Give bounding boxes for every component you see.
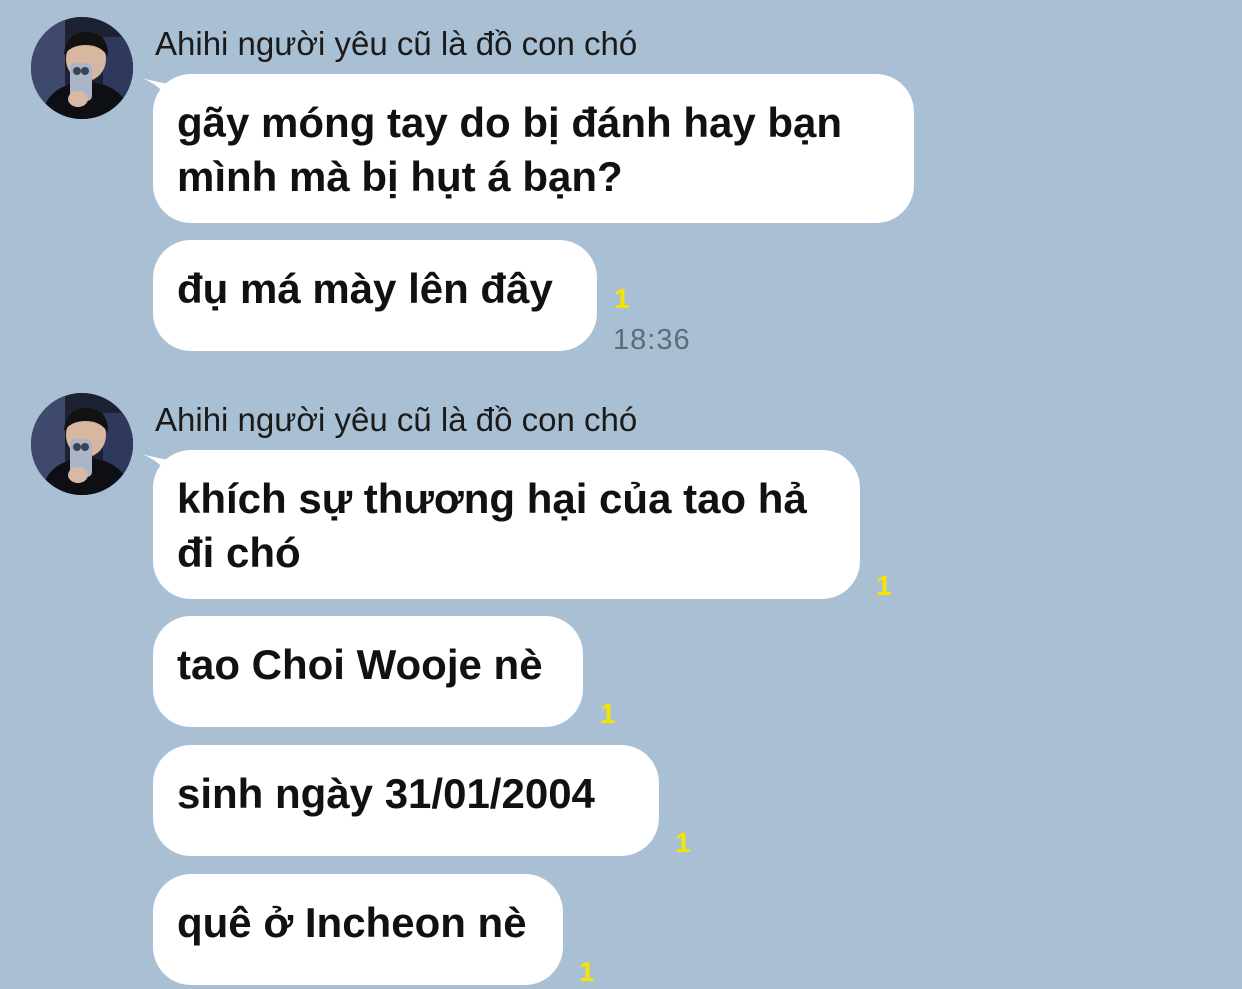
sender-name: Ahihi người yêu cũ là đồ con chó	[155, 401, 638, 438]
unread-count: 1	[600, 698, 616, 729]
message-bubble[interactable]: tao Choi Wooje nè	[153, 616, 583, 727]
avatar-photo-icon	[31, 17, 133, 119]
message-bubble[interactable]: đụ má mày lên đây	[153, 240, 597, 351]
message-bubble[interactable]: gãy móng tay do bị đánh hay bạn mình mà …	[153, 74, 914, 223]
avatar-photo-icon	[31, 393, 133, 495]
message-text: tao Choi Wooje nè	[177, 641, 543, 688]
message-bubble[interactable]: khích sự thương hại của tao hả đi chó	[153, 450, 860, 599]
message-timestamp: 18:36	[613, 324, 691, 356]
message-text: sinh ngày 31/01/2004	[177, 770, 595, 817]
message-bubble[interactable]: sinh ngày 31/01/2004	[153, 745, 659, 856]
message-text-line: mình mà bị hụt á bạn?	[177, 153, 623, 200]
unread-count: 1	[579, 956, 595, 987]
message-text: quê ở Incheon nè	[177, 899, 527, 946]
sender-name: Ahihi người yêu cũ là đồ con chó	[155, 25, 638, 62]
unread-count: 1	[876, 570, 892, 601]
message-text-line: khích sự thương hại của tao hả	[177, 475, 807, 522]
message-text-line: đi chó	[177, 529, 301, 576]
unread-count: 1	[675, 827, 691, 858]
sender-avatar[interactable]	[31, 17, 133, 119]
message-text: đụ má mày lên đây	[177, 265, 553, 312]
sender-avatar[interactable]	[31, 393, 133, 495]
message-text-line: gãy móng tay do bị đánh hay bạn	[177, 99, 843, 146]
message-bubble[interactable]: quê ở Incheon nè	[153, 874, 563, 985]
unread-count: 1	[614, 283, 630, 314]
